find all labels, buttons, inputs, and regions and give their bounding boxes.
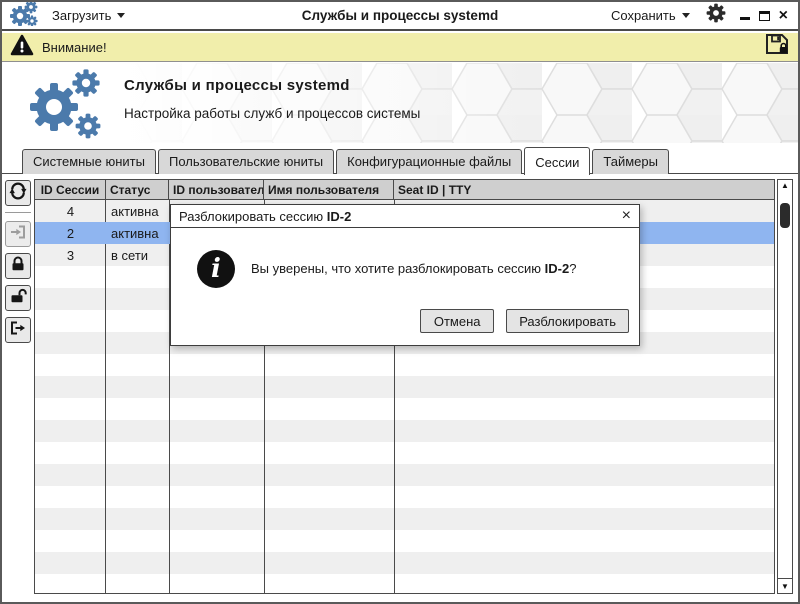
cell-session-id: 2	[35, 222, 106, 244]
warning-bar: Внимание!	[2, 33, 798, 62]
chevron-down-icon	[117, 13, 125, 18]
load-menu-label: Загрузить	[52, 8, 111, 23]
save-menu-label: Сохранить	[611, 8, 676, 23]
banner-gears-logo-icon	[20, 67, 112, 143]
settings-gear-icon[interactable]	[706, 3, 726, 28]
tab-bar: Системные юниты Пользовательские юниты К…	[2, 143, 798, 174]
tab-system-units[interactable]: Системные юниты	[22, 149, 156, 174]
dialog-message-question: ?	[569, 261, 576, 276]
banner-subtitle: Настройка работы служб и процессов систе…	[124, 106, 420, 121]
minimize-icon[interactable]	[740, 17, 750, 20]
scroll-down-icon[interactable]: ▼	[778, 578, 792, 593]
warning-label: Внимание!	[42, 40, 107, 55]
dialog-message: Вы уверены, что хотите разблокировать се…	[251, 261, 576, 276]
lock-icon	[9, 255, 27, 278]
unlock-session-button[interactable]	[5, 285, 31, 311]
save-file-icon[interactable]	[764, 32, 790, 62]
warning-triangle-icon	[10, 34, 34, 61]
tab-user-units[interactable]: Пользовательские юниты	[158, 149, 334, 174]
session-toolbar	[5, 180, 33, 349]
load-menu-button[interactable]: Загрузить	[46, 5, 131, 26]
cell-session-id: 4	[35, 200, 106, 222]
dialog-close-icon[interactable]: ×	[622, 209, 631, 223]
logout-arrow-icon	[9, 319, 27, 342]
dialog-title-session-id: ID-2	[327, 209, 352, 224]
column-header-status[interactable]: Статус	[106, 180, 169, 199]
title-bar: Загрузить Службы и процессы systemd Сохр…	[2, 2, 798, 31]
login-arrow-icon	[9, 223, 27, 246]
header-banner: Службы и процессы systemd Настройка рабо…	[2, 63, 798, 143]
cell-status: активна	[106, 222, 169, 244]
column-header-session-id[interactable]: ID Сессии	[35, 180, 106, 199]
cell-session-id: 3	[35, 244, 106, 266]
scrollbar-thumb[interactable]	[780, 203, 790, 228]
dialog-title-bar: Разблокировать сессию ID-2 ×	[171, 205, 639, 228]
column-header-user-id[interactable]: ID пользователя	[169, 180, 264, 199]
lock-session-button[interactable]	[5, 253, 31, 279]
login-session-button	[5, 221, 31, 247]
terminate-session-button[interactable]	[5, 317, 31, 343]
refresh-icon	[9, 182, 27, 205]
dialog-title-text: Разблокировать сессию	[179, 209, 327, 224]
unlock-session-dialog: Разблокировать сессию ID-2 × i Вы уверен…	[170, 204, 640, 346]
banner-title: Службы и процессы systemd	[124, 77, 420, 94]
dialog-body: i Вы уверены, что хотите разблокировать …	[171, 228, 639, 343]
cell-status: в сети	[106, 244, 169, 266]
info-icon: i	[197, 250, 235, 288]
dialog-title: Разблокировать сессию ID-2	[179, 209, 351, 224]
window-close-icon[interactable]: ×	[779, 10, 788, 22]
chevron-down-icon	[682, 13, 690, 18]
app-window: Загрузить Службы и процессы systemd Сохр…	[0, 0, 800, 604]
table-header-row: ID Сессии Статус ID пользователя Имя пол…	[35, 180, 774, 200]
cancel-button[interactable]: Отмена	[420, 309, 494, 333]
toolbar-separator	[5, 212, 31, 213]
column-header-seat-id-tty[interactable]: Seat ID | TTY	[394, 180, 774, 199]
cell-status: активна	[106, 200, 169, 222]
column-header-user-name[interactable]: Имя пользователя	[264, 180, 394, 199]
unlock-icon	[9, 287, 27, 310]
dialog-message-session-id: ID-2	[545, 261, 570, 276]
scroll-up-icon[interactable]: ▲	[778, 181, 792, 190]
tab-sessions[interactable]: Сессии	[524, 147, 590, 175]
vertical-scrollbar[interactable]: ▲ ▼	[777, 179, 793, 594]
dialog-message-text: Вы уверены, что хотите разблокировать се…	[251, 261, 545, 276]
unlock-confirm-button[interactable]: Разблокировать	[506, 309, 629, 333]
tab-timers[interactable]: Таймеры	[592, 149, 669, 174]
refresh-button[interactable]	[5, 180, 31, 206]
maximize-icon[interactable]	[759, 11, 770, 21]
save-menu-button[interactable]: Сохранить	[605, 5, 696, 26]
app-logo-gears-icon	[10, 0, 38, 31]
tab-config-files[interactable]: Конфигурационные файлы	[336, 149, 522, 174]
